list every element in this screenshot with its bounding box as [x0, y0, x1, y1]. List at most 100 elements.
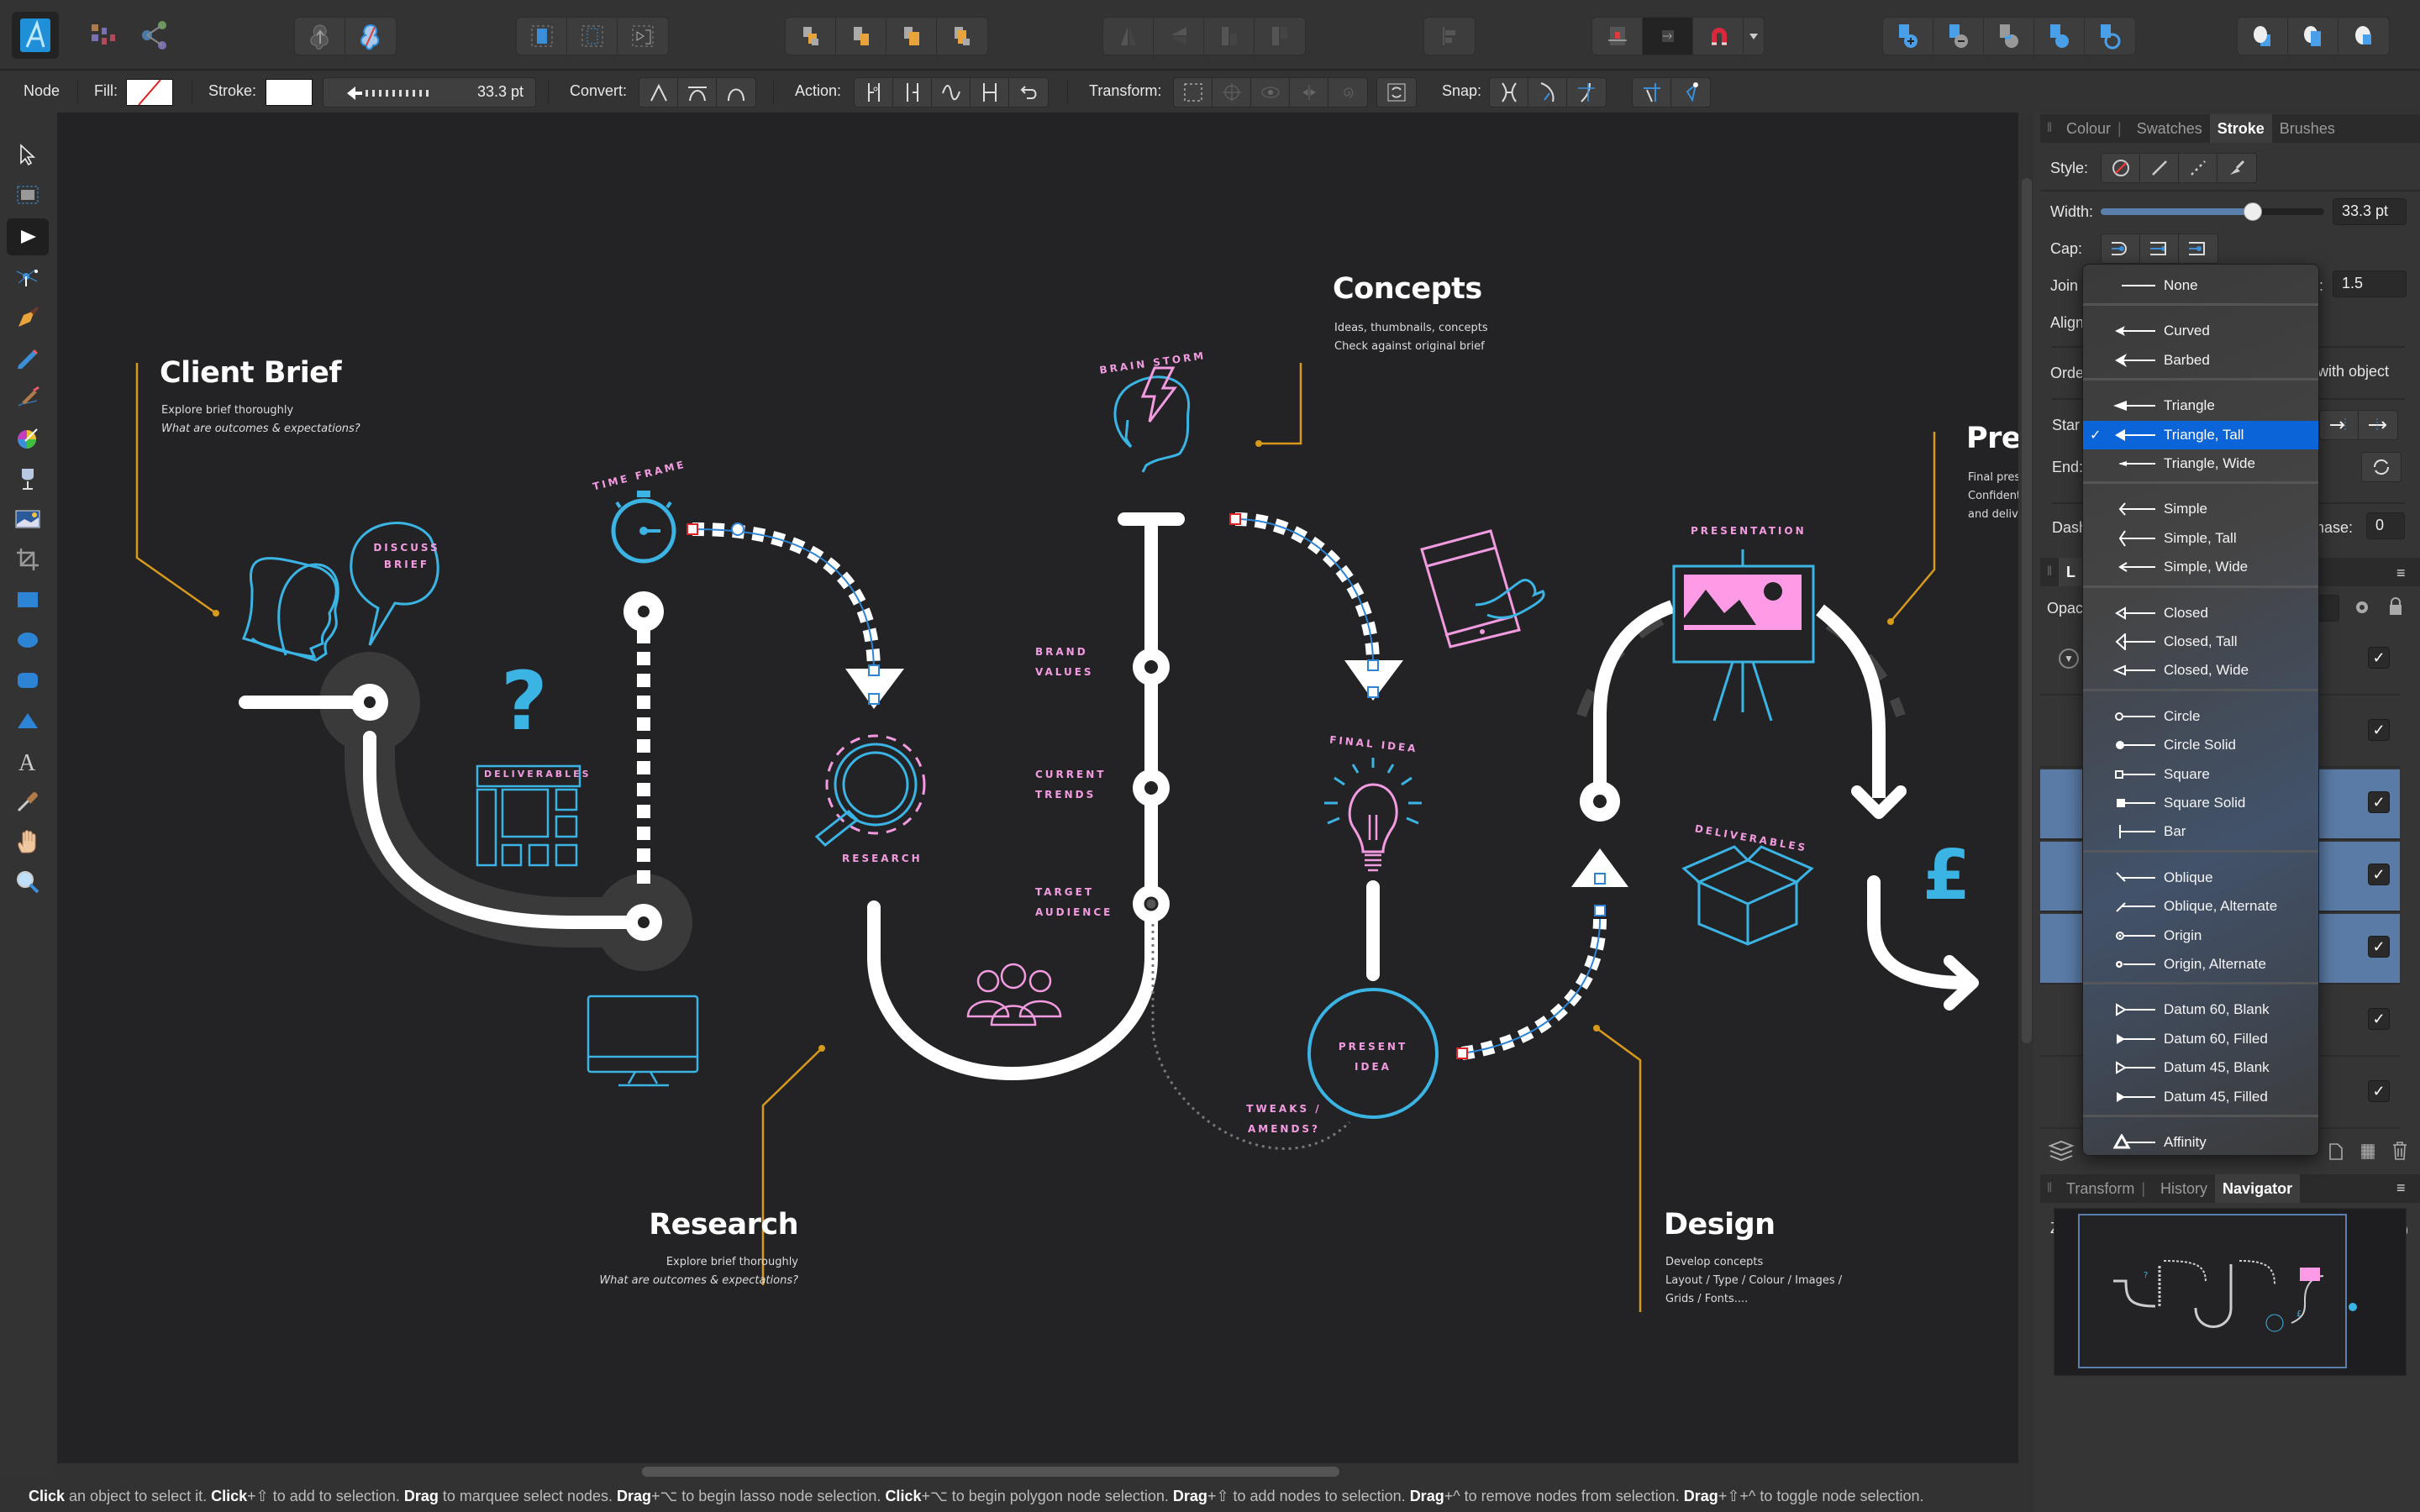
arrowhead-menu-item[interactable]: Triangle: [2083, 391, 2318, 420]
cap-square-button[interactable]: [2140, 234, 2179, 263]
navigator-preview[interactable]: £ ?: [2054, 1208, 2407, 1376]
vector-brush-tool[interactable]: [7, 380, 49, 417]
move-to-front-button[interactable]: [937, 18, 987, 55]
transform-mode-button[interactable]: [1174, 78, 1213, 107]
arrowhead-menu-item[interactable]: Square Solid: [2083, 789, 2318, 817]
cap-round-button[interactable]: [2102, 234, 2140, 263]
flip-horizontal-button[interactable]: [1103, 18, 1154, 55]
width-slider-thumb[interactable]: [2243, 202, 2262, 221]
arrowhead-menu-item[interactable]: Simple: [2083, 495, 2318, 523]
arrowhead-menu-item[interactable]: Origin, Alternate: [2083, 950, 2318, 979]
trash-icon[interactable]: [2391, 1141, 2408, 1165]
rectangle-tool[interactable]: [7, 581, 49, 618]
pen-tool[interactable]: [7, 299, 49, 336]
transparency-tool[interactable]: [7, 460, 49, 497]
mitre-field[interactable]: 1.5: [2333, 270, 2407, 297]
snap-handles-button[interactable]: [1490, 78, 1528, 107]
layer-visibility-checkbox[interactable]: ✓: [2368, 1008, 2390, 1030]
arrowhead-menu-item[interactable]: Simple, Tall: [2083, 524, 2318, 553]
export-persona-button[interactable]: [131, 12, 178, 59]
solid-stroke-button[interactable]: [2140, 154, 2179, 182]
snap-force-button[interactable]: [1643, 18, 1693, 55]
arrowhead-menu-item[interactable]: Datum 45, Blank: [2083, 1053, 2318, 1082]
add-boolean-button[interactable]: [1883, 18, 1933, 55]
tab-colour[interactable]: Colour |: [2059, 114, 2129, 143]
pencil-tool[interactable]: [7, 339, 49, 376]
arrowhead-menu-item[interactable]: Triangle, Wide: [2083, 449, 2318, 478]
arrowhead-menu-item[interactable]: Affinity: [2083, 1128, 2318, 1155]
swap-arrowheads-button[interactable]: [2362, 453, 2401, 481]
fill-swatch[interactable]: [126, 79, 173, 106]
convert-smart-button[interactable]: [717, 78, 755, 107]
panel-menu-icon[interactable]: ≡: [2396, 564, 2406, 582]
align-button[interactable]: [1424, 18, 1475, 55]
pixel-persona-button[interactable]: [81, 12, 128, 59]
artboard-tool[interactable]: [7, 176, 49, 213]
width-slider[interactable]: [2101, 202, 2324, 221]
vertical-scrollbar[interactable]: [2022, 178, 2032, 1043]
layer-visibility-checkbox[interactable]: ✓: [2368, 936, 2390, 958]
arrowhead-menu-item[interactable]: Bar: [2083, 817, 2318, 846]
panel-grip-icon[interactable]: ‖: [2040, 1174, 2059, 1203]
layer-visibility-checkbox[interactable]: ✓: [2368, 864, 2390, 885]
select-all-button[interactable]: [517, 18, 567, 55]
arrowhead-menu-item[interactable]: Oblique, Alternate: [2083, 892, 2318, 921]
rotate-left-button[interactable]: [1204, 18, 1255, 55]
mask-icon[interactable]: [2360, 1142, 2376, 1165]
node-tool[interactable]: [7, 218, 49, 255]
dashed-stroke-button[interactable]: [2179, 154, 2217, 182]
layer-visibility-checkbox[interactable]: ✓: [2368, 719, 2390, 741]
expand-layer-icon[interactable]: ▼: [2059, 648, 2079, 669]
canvas[interactable]: ? £ Client Brief Explore brief thoroughl…: [57, 113, 2018, 1463]
insert-front-button[interactable]: [2338, 18, 2389, 55]
arrowhead-menu-item[interactable]: Datum 60, Blank: [2083, 995, 2318, 1024]
stroke-swatch[interactable]: [266, 79, 313, 106]
layer-visibility-checkbox[interactable]: ✓: [2368, 647, 2390, 669]
arrowhead-menu-item[interactable]: Curved: [2083, 317, 2318, 345]
arrowhead-menu-item[interactable]: Closed: [2083, 599, 2318, 627]
horizontal-scrollbar[interactable]: [642, 1467, 1339, 1477]
geometry-button[interactable]: [295, 18, 345, 55]
panel-menu-icon[interactable]: ≡: [2396, 1179, 2406, 1197]
transform-mirror-button[interactable]: [1290, 78, 1328, 107]
snap-curve-button[interactable]: [1528, 78, 1567, 107]
arrowhead-menu-item[interactable]: Oblique: [2083, 864, 2318, 892]
subtract-boolean-button[interactable]: [1933, 18, 1984, 55]
insert-behind-button[interactable]: [2238, 18, 2288, 55]
smooth-curve-button[interactable]: [932, 78, 971, 107]
rotate-right-button[interactable]: [1255, 18, 1305, 55]
add-page-icon[interactable]: [2328, 1142, 2344, 1165]
snapping-toggle-button[interactable]: [1693, 18, 1744, 55]
color-picker-tool[interactable]: [7, 783, 49, 820]
navigator-viewport[interactable]: £ ?: [2078, 1214, 2347, 1368]
view-tool[interactable]: [7, 823, 49, 860]
arrowhead-menu-item[interactable]: Datum 60, Filled: [2083, 1025, 2318, 1053]
divide-boolean-button[interactable]: [2085, 18, 2135, 55]
place-image-tool[interactable]: [7, 501, 49, 538]
arrowhead-menu-item[interactable]: ✓ Triangle, Tall: [2083, 420, 2318, 449]
move-tool[interactable]: [7, 136, 49, 173]
triangle-tool[interactable]: [7, 702, 49, 739]
stroke-width-slider[interactable]: 33.3 pt: [323, 77, 536, 108]
layer-settings-icon[interactable]: [2353, 598, 2371, 621]
panel-grip-icon[interactable]: ‖: [2040, 114, 2059, 143]
tab-history[interactable]: History: [2153, 1174, 2215, 1203]
move-back-one-button[interactable]: [836, 18, 886, 55]
reverse-curves-button[interactable]: [1009, 78, 1048, 107]
rounded-rectangle-tool[interactable]: [7, 662, 49, 699]
arrowhead-menu-item[interactable]: Simple, Wide: [2083, 553, 2318, 581]
move-forward-one-button[interactable]: [886, 18, 937, 55]
convert-smooth-button[interactable]: [678, 78, 717, 107]
artistic-text-tool[interactable]: A: [7, 743, 49, 780]
layers-icon[interactable]: [2047, 1139, 2075, 1163]
tab-brushes[interactable]: Brushes: [2272, 114, 2343, 143]
designer-persona-button[interactable]: [12, 12, 59, 59]
vector-crop-tool[interactable]: [7, 541, 49, 578]
move-to-back-button[interactable]: [786, 18, 836, 55]
insert-target-button[interactable]: [345, 18, 396, 55]
arrowhead-menu-item[interactable]: Square: [2083, 760, 2318, 789]
arrowhead-menu-item[interactable]: None: [2083, 271, 2318, 300]
rotate-selection-button[interactable]: [1377, 78, 1416, 107]
zoom-tool[interactable]: [7, 864, 49, 900]
phase-field[interactable]: 0: [2366, 512, 2405, 539]
